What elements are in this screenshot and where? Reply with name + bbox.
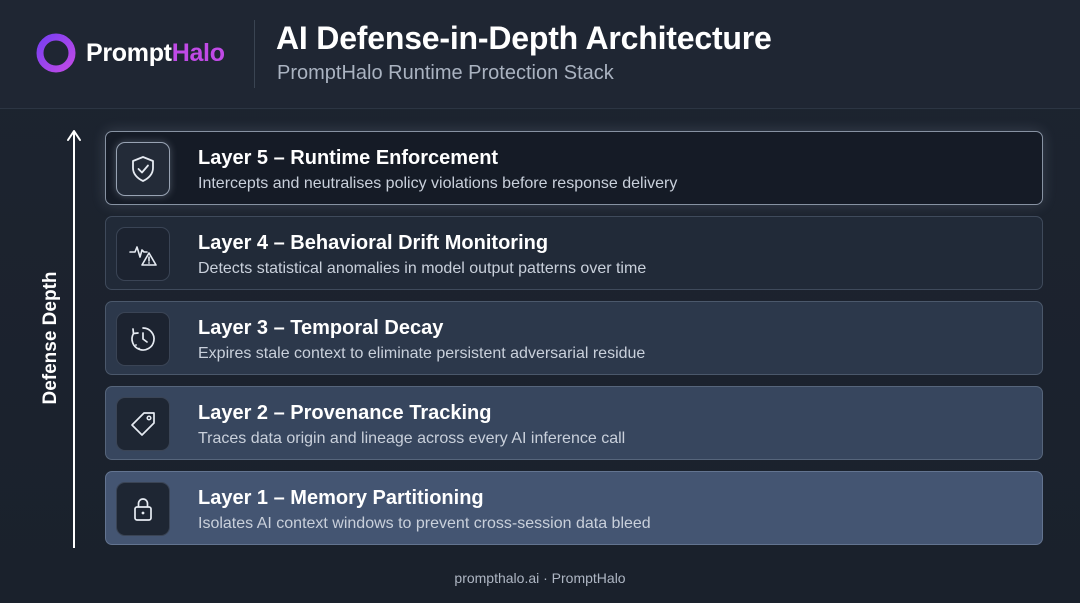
layer-1-icon-box <box>116 482 170 536</box>
layer-3-icon-box <box>116 312 170 366</box>
axis-label: Defense Depth <box>40 271 61 405</box>
header: PromptHalo AI Defense-in-Depth Architect… <box>0 0 1080 109</box>
layer-3-title: Layer 3 – Temporal Decay <box>198 317 444 339</box>
padlock-icon <box>134 498 152 521</box>
layer-4-icon-box <box>116 227 170 281</box>
up-arrow-icon <box>67 130 81 548</box>
layer-2-description: Traces data origin and lineage across ev… <box>198 430 626 447</box>
tag-icon <box>131 412 155 436</box>
layer-2-card[interactable]: Layer 2 – Provenance Tracking Traces dat… <box>105 386 1043 460</box>
layer-4-card[interactable]: Layer 4 – Behavioral Drift Monitoring De… <box>105 216 1043 290</box>
layer-3-description: Expires stale context to eliminate persi… <box>198 345 646 362</box>
layer-2-icon-box <box>116 397 170 451</box>
layer-4-title: Layer 4 – Behavioral Drift Monitoring <box>198 232 549 254</box>
page-title: AI Defense-in-Depth Architecture <box>276 20 772 56</box>
footer-text: prompthalo.ai · PromptHalo <box>454 570 626 586</box>
clock-decay-icon <box>131 327 155 351</box>
layer-5-title: Layer 5 – Runtime Enforcement <box>198 147 499 169</box>
layer-5-icon-box <box>116 142 170 196</box>
shield-check-icon <box>132 156 154 182</box>
pulse-warning-icon <box>129 246 157 266</box>
layer-1-description: Isolates AI context windows to prevent c… <box>198 515 651 532</box>
page-subtitle: PromptHalo Runtime Protection Stack <box>277 62 614 84</box>
layer-2-title: Layer 2 – Provenance Tracking <box>198 402 492 424</box>
brand-logo[interactable]: PromptHalo <box>34 30 225 76</box>
brand-name-prompt: Prompt <box>86 38 172 67</box>
layer-1-title: Layer 1 – Memory Partitioning <box>198 487 484 509</box>
layer-4-description: Detects statistical anomalies in model o… <box>198 260 647 277</box>
layer-3-card[interactable]: Layer 3 – Temporal Decay Expires stale c… <box>105 301 1043 375</box>
layer-1-card[interactable]: Layer 1 – Memory Partitioning Isolates A… <box>105 471 1043 545</box>
halo-ring-icon <box>36 33 76 73</box>
layer-5-card[interactable]: Layer 5 – Runtime Enforcement Intercepts… <box>105 131 1043 205</box>
brand-name-halo: Halo <box>171 38 225 67</box>
brand-name: PromptHalo <box>86 39 225 68</box>
layer-5-description: Intercepts and neutralises policy violat… <box>198 175 678 192</box>
header-divider <box>254 20 255 88</box>
